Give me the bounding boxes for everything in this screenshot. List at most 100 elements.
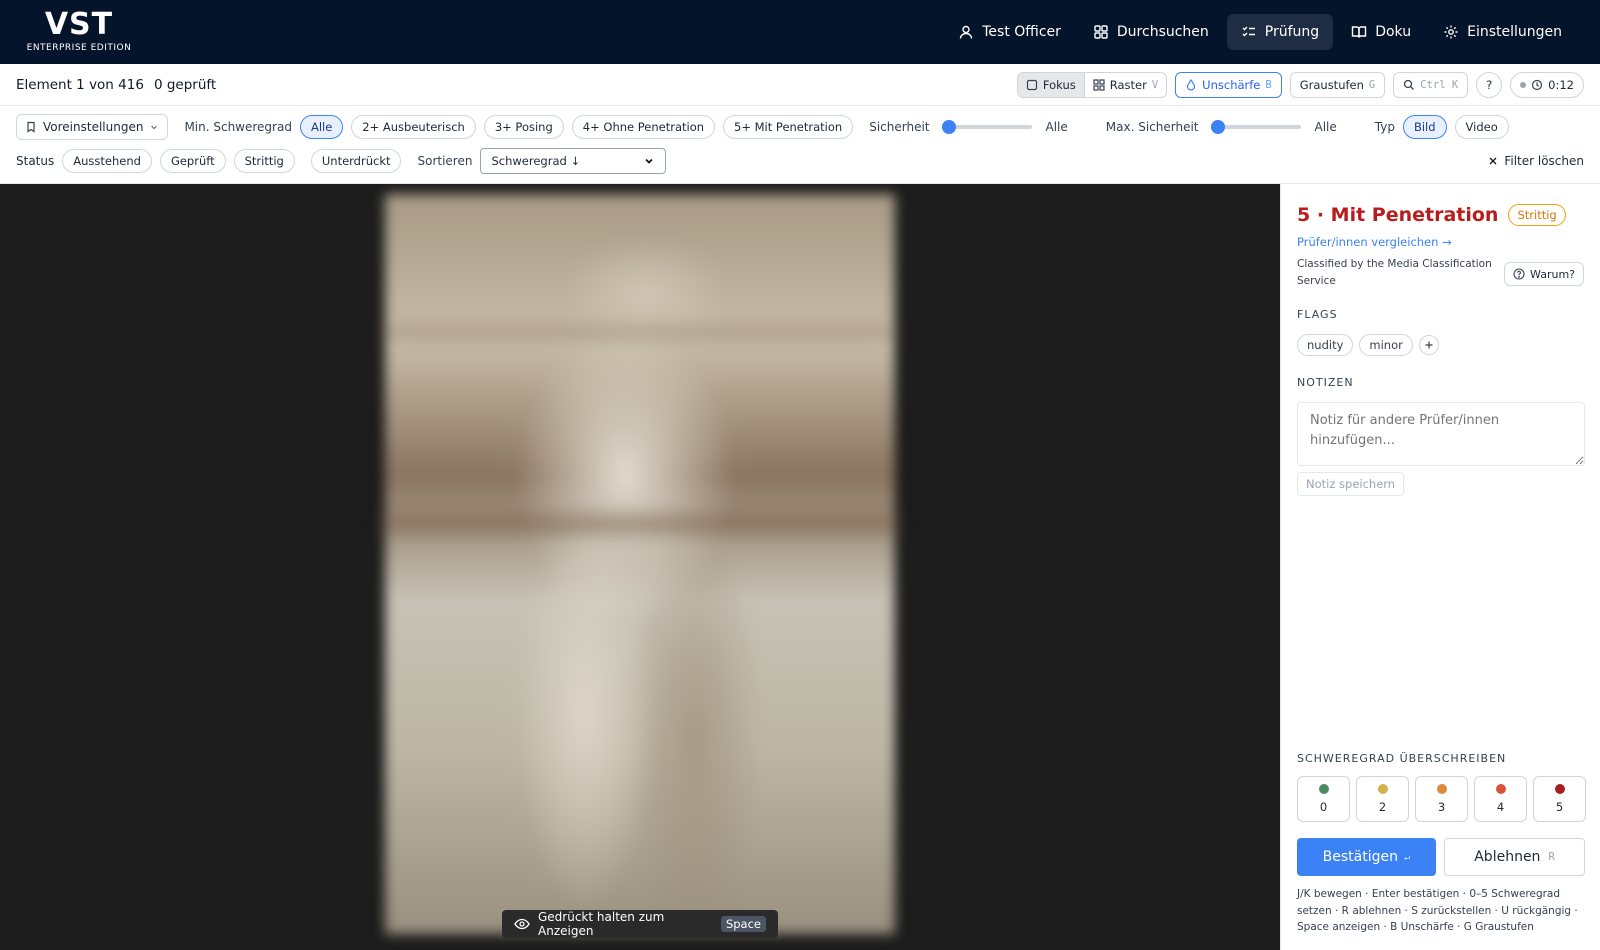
grayscale-key: G [1368,78,1376,91]
severity-value: 5 [1555,800,1564,814]
sort-select[interactable]: Schweregrad ↓ [480,148,667,174]
clear-filters-label: Filter löschen [1504,154,1584,168]
severity-button-3[interactable]: 3 [1415,776,1468,822]
severity-override-heading: SCHWEREGRAD ÜBERSCHREIBEN [1297,752,1507,765]
severity-chip-3[interactable]: 3+ Posing [483,115,564,139]
reject-button[interactable]: Ablehnen R [1444,838,1585,876]
close-icon [1488,156,1498,166]
grayscale-toggle-button[interactable]: Graustufen G [1289,71,1386,98]
max-confidence-slider-handle[interactable] [1210,120,1225,134]
severity-chip-2[interactable]: 2+ Ausbeuterisch [351,115,476,139]
flag-tag[interactable]: nudity [1297,334,1354,356]
nav-item-settings[interactable]: Einstellungen [1429,14,1576,50]
blurred-media-image[interactable] [385,194,895,934]
severity-value: 4 [1496,800,1505,814]
status-chip-suppressed[interactable]: Unterdrückt [310,149,402,173]
max-confidence-value: Alle [1314,120,1337,134]
bookmark-icon [25,121,37,133]
session-timer[interactable]: 0:12 [1510,71,1584,98]
confirm-key: ↵ [1404,851,1411,863]
clock-icon [1531,79,1543,91]
square-icon [1026,79,1038,91]
help-button[interactable]: ? [1476,71,1503,98]
compare-reviewers-link[interactable]: Prüfer/innen vergleichen → [1297,235,1452,249]
severity-value: 2 [1378,800,1387,814]
save-note-button[interactable]: Notiz speichern [1297,472,1405,496]
severity-override-grid: 0 2 3 4 5 [1297,776,1586,822]
chevron-down-icon [643,155,655,167]
confirm-button[interactable]: Bestätigen ↵ [1297,838,1436,876]
severity-dot [1436,784,1447,794]
severity-chip-all[interactable]: Alle [299,115,344,139]
main-nav: Test Officer Durchsuchen Prüfung Doku Ei… [944,14,1576,50]
severity-chip-5[interactable]: 5+ Mit Penetration [723,115,854,139]
grid-mode-button[interactable]: Raster V [1083,72,1166,97]
reveal-key: Space [720,916,766,932]
severity-value: 3 [1437,800,1446,814]
grid-mode-key: V [1151,78,1159,91]
confirm-label: Bestätigen [1322,849,1398,865]
status-chip-pending[interactable]: Ausstehend [62,149,152,173]
confidence-value: Alle [1045,120,1068,134]
top-navigation: VST ENTERPRISE EDITION Test Officer Durc… [0,0,1600,64]
blur-toggle-button[interactable]: Unschärfe B [1175,71,1282,98]
keyboard-shortcuts-hint: J/K bewegen · Enter bestätigen · 0–5 Sch… [1297,888,1578,933]
severity-chip-4[interactable]: 4+ Ohne Penetration [571,115,716,139]
max-confidence-slider[interactable] [1210,120,1301,134]
status-badge: Strittig [1508,204,1566,226]
checklist-icon [1241,24,1257,40]
search-shortcut: Ctrl K [1420,78,1459,91]
severity-value: 0 [1319,800,1328,814]
type-chip-video[interactable]: Video [1454,115,1509,139]
nav-item-label: Durchsuchen [1116,24,1209,40]
severity-dot [1318,784,1329,794]
severity-button-5[interactable]: 5 [1533,776,1586,822]
reject-key: R [1548,851,1555,863]
severity-button-0[interactable]: 0 [1297,776,1350,822]
blur-label: Unschärfe [1202,77,1261,92]
classification-title: 5 · Mit Penetration [1297,204,1499,226]
media-detail [385,326,895,340]
reviewed-count: 0 geprüft [153,76,217,93]
nav-item-browse[interactable]: Durchsuchen [1079,14,1223,50]
confidence-slider[interactable] [941,120,1032,134]
why-button[interactable]: Warum? [1504,262,1584,286]
severity-button-4[interactable]: 4 [1474,776,1527,822]
flag-tag[interactable]: minor [1359,334,1413,356]
status-bar: Element 1 von 416 0 geprüft Fokus Raster… [0,64,1600,106]
search-button[interactable]: Ctrl K [1393,71,1469,98]
why-label: Warum? [1530,267,1575,281]
reject-label: Ablehnen [1474,849,1541,865]
brand-logo[interactable]: VST ENTERPRISE EDITION [24,8,134,54]
confidence-slider-handle[interactable] [941,120,956,134]
notes-heading: NOTIZEN [1297,376,1354,389]
media-detail [385,514,895,534]
chevron-down-icon [149,122,159,132]
confidence-label: Sicherheit [869,120,930,134]
nav-item-docs[interactable]: Doku [1337,14,1425,50]
brand-edition: ENTERPRISE EDITION [26,43,132,53]
droplet-icon [1185,78,1197,91]
type-label: Typ [1374,120,1395,134]
focus-mode-button[interactable]: Fokus [1017,72,1084,97]
presets-dropdown[interactable]: Voreinstellungen [16,114,169,140]
notes-textarea[interactable] [1297,402,1585,466]
user-icon [958,24,974,40]
nav-item-user[interactable]: Test Officer [944,14,1075,50]
nav-item-review[interactable]: Prüfung [1226,14,1334,50]
hold-to-reveal-button[interactable]: Gedrückt halten zum Anzeigen Space [502,910,778,938]
type-chip-image[interactable]: Bild [1402,115,1447,139]
add-flag-button[interactable] [1418,335,1439,355]
clear-filters-button[interactable]: Filter löschen [1488,154,1584,168]
flags-heading: FLAGS [1297,308,1338,321]
grid-icon [1093,24,1109,40]
status-chip-disputed[interactable]: Strittig [233,149,295,173]
timer-value: 0:12 [1548,77,1574,92]
filter-bar: Voreinstellungen Min. Schweregrad Alle 2… [0,106,1600,184]
severity-button-2[interactable]: 2 [1356,776,1409,822]
presets-label: Voreinstellungen [43,120,144,134]
severity-dot [1554,784,1565,794]
status-chip-reviewed[interactable]: Geprüft [159,149,226,173]
search-icon [1403,79,1415,91]
help-label: ? [1486,77,1493,92]
